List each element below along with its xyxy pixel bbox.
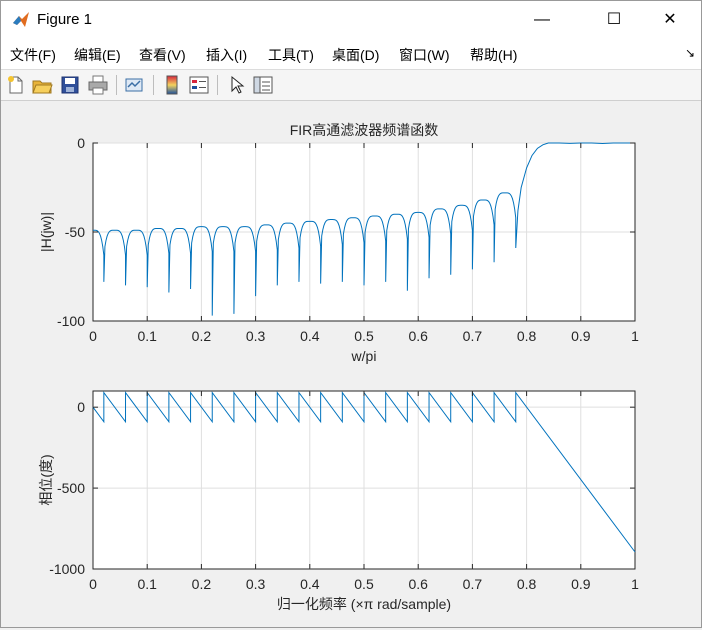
x-tick-label: 0.4 xyxy=(300,576,320,592)
magnitude-ylabel: |H(jw)| xyxy=(38,212,54,252)
toolbar-separator xyxy=(153,75,154,95)
x-tick-label: 0 xyxy=(89,576,97,592)
new-figure-icon[interactable] xyxy=(5,74,27,96)
y-tick-label: 0 xyxy=(77,399,85,415)
phase-xlabel: 归一化频率 (×π rad/sample) xyxy=(277,596,451,612)
x-tick-label: 1 xyxy=(631,576,639,592)
x-tick-label: 0.5 xyxy=(354,576,374,592)
toolbar-separator xyxy=(217,75,218,95)
menu-desktop[interactable]: 桌面(D) xyxy=(332,45,379,65)
magnitude-axes[interactable]: 0 0.1 0.2 0.3 0.4 0.5 0.6 0.7 0.8 0.9 1 -100 -50 0 FI… xyxy=(38,122,639,364)
menu-help[interactable]: 帮助(H) xyxy=(470,45,517,65)
minimize-button[interactable]: — xyxy=(519,1,565,39)
magnitude-xlabel: w/pi xyxy=(351,348,377,364)
x-tick-label: 0.5 xyxy=(354,328,374,344)
menu-bar: 文件(F) 编辑(E) 查看(V) 插入(I) 工具(T) 桌面(D) 窗口(W… xyxy=(1,39,701,70)
x-tick-label: 0 xyxy=(89,328,97,344)
y-tick-label: -1000 xyxy=(49,561,85,577)
window-title: Figure 1 xyxy=(37,11,93,28)
x-tick-label: 0.6 xyxy=(408,576,428,592)
magnitude-title: FIR高通滤波器频谱函数 xyxy=(290,122,439,138)
figure-toolbar xyxy=(1,70,701,101)
y-tick-label: -50 xyxy=(65,224,85,240)
open-file-icon[interactable] xyxy=(31,74,53,96)
property-inspector-icon[interactable] xyxy=(252,74,274,96)
x-tick-label: 0.9 xyxy=(571,328,591,344)
x-tick-label: 0.4 xyxy=(300,328,320,344)
y-tick-label: 0 xyxy=(77,135,85,151)
print-icon[interactable] xyxy=(87,74,109,96)
phase-axes[interactable]: 0 0.1 0.2 0.3 0.4 0.5 0.6 0.7 0.8 0.9 1-1000-5000 … xyxy=(38,390,639,612)
menu-file[interactable]: 文件(F) xyxy=(10,45,56,65)
y-tick-label: -100 xyxy=(57,313,85,329)
figure-window: Figure 1 — ☐ ✕ 文件(F) 编辑(E) 查看(V) 插入(I) 工… xyxy=(0,0,702,628)
y-tick-label: -500 xyxy=(57,480,85,496)
x-tick-label: 0.3 xyxy=(246,576,266,592)
matlab-logo-icon xyxy=(13,12,29,27)
save-icon[interactable] xyxy=(59,74,81,96)
menu-view[interactable]: 查看(V) xyxy=(139,45,186,65)
x-tick-label: 1 xyxy=(631,328,639,344)
x-tick-label: 0.7 xyxy=(463,576,483,592)
toolbar-separator xyxy=(116,75,117,95)
x-tick-label: 0.8 xyxy=(517,576,537,592)
x-tick-label: 0.1 xyxy=(137,328,157,344)
x-tick-label: 0.6 xyxy=(408,328,428,344)
x-tick-label: 0.2 xyxy=(192,328,212,344)
maximize-button[interactable]: ☐ xyxy=(591,1,637,39)
x-tick-label: 0.3 xyxy=(246,328,266,344)
menu-tools[interactable]: 工具(T) xyxy=(268,45,314,65)
x-tick-label: 0.9 xyxy=(571,576,591,592)
figure-canvas: 0 0.1 0.2 0.3 0.4 0.5 0.6 0.7 0.8 0.9 1 -100 -50 0 FI… xyxy=(1,101,701,627)
phase-ylabel: 相位(度) xyxy=(38,454,54,505)
menu-window[interactable]: 窗口(W) xyxy=(399,45,450,65)
close-button[interactable]: ✕ xyxy=(647,1,693,39)
link-plot-icon[interactable] xyxy=(123,74,145,96)
x-tick-label: 0.1 xyxy=(137,576,157,592)
pointer-icon[interactable] xyxy=(225,74,247,96)
plot-svg: 0 0.1 0.2 0.3 0.4 0.5 0.6 0.7 0.8 0.9 1-100-500 FI… xyxy=(38,122,639,612)
insert-legend-icon[interactable] xyxy=(188,74,210,96)
x-tick-label: 0.2 xyxy=(192,576,212,592)
x-tick-label: 0.8 xyxy=(517,328,537,344)
menu-insert[interactable]: 插入(I) xyxy=(206,45,247,65)
x-tick-label: 0.7 xyxy=(463,328,483,344)
menu-dock-arrow-icon[interactable]: ↘ xyxy=(685,46,695,60)
menu-edit[interactable]: 编辑(E) xyxy=(74,45,121,65)
title-bar: Figure 1 — ☐ ✕ xyxy=(1,1,701,39)
insert-colorbar-icon[interactable] xyxy=(161,74,183,96)
